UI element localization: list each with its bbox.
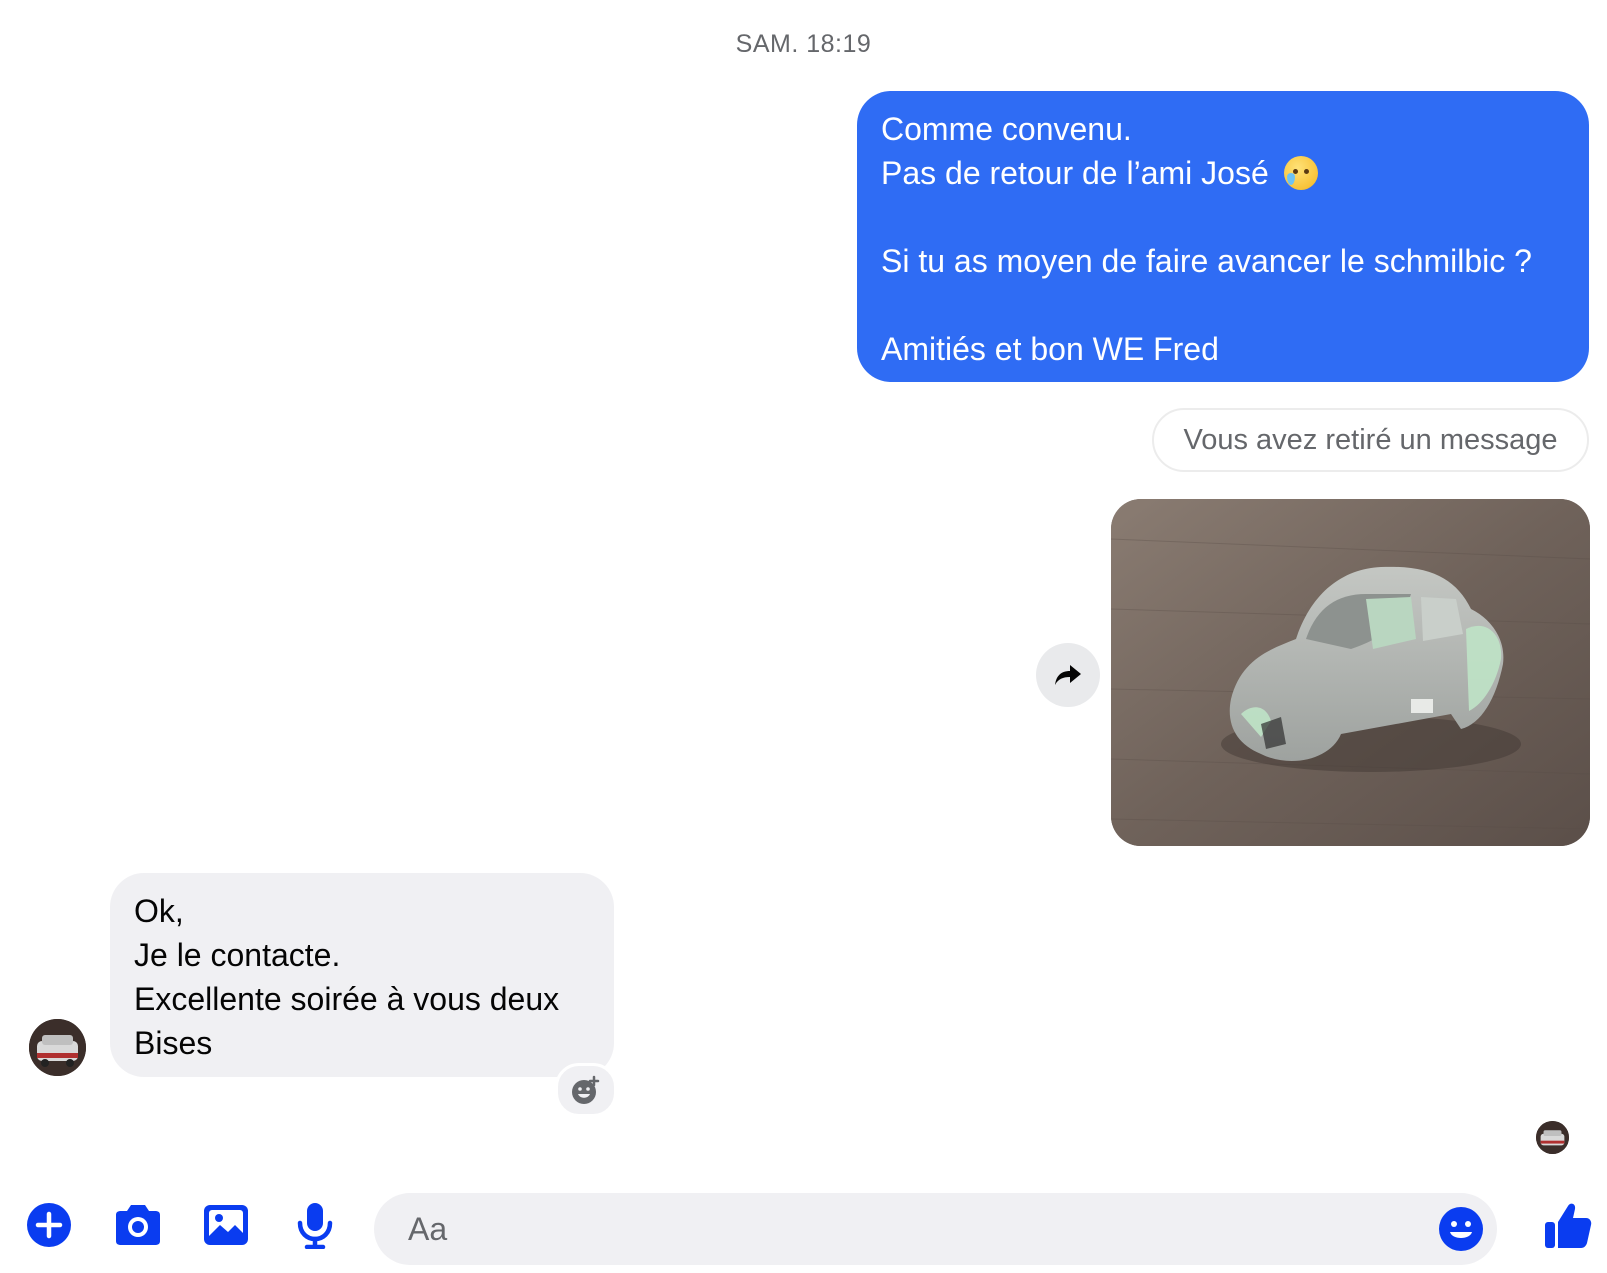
car-body-model-photo — [1111, 499, 1590, 846]
thumbs-up-icon — [1545, 1203, 1592, 1248]
incoming-message-bubble[interactable]: Ok, Je le contacte. Excellente soirée à … — [110, 873, 614, 1077]
add-reaction-icon — [572, 1075, 600, 1104]
add-button[interactable] — [21, 1197, 77, 1253]
thread-timestamp: SAM. 18:19 — [735, 30, 872, 58]
share-button[interactable] — [1036, 643, 1100, 707]
plus-circle-icon — [27, 1203, 71, 1247]
camera-button[interactable] — [110, 1197, 166, 1253]
photo-message[interactable] — [1111, 499, 1590, 846]
share-arrow-icon — [1055, 665, 1081, 685]
crying-face-emoji-icon — [1283, 156, 1318, 190]
add-reaction-button[interactable] — [555, 1063, 617, 1117]
voice-button[interactable] — [287, 1197, 343, 1253]
microphone-icon — [297, 1203, 333, 1249]
outgoing-message-text-end: Si tu as moyen de faire avancer le schmi… — [881, 243, 1532, 367]
outgoing-message-bubble[interactable]: Comme convenu. Pas de retour de l’ami Jo… — [857, 91, 1589, 382]
read-receipt-avatar-image — [1536, 1121, 1569, 1154]
smiley-icon — [1439, 1207, 1483, 1251]
message-input[interactable] — [406, 1209, 1410, 1249]
read-receipt-avatar — [1536, 1121, 1569, 1154]
image-icon — [204, 1205, 248, 1245]
retracted-message-notice: Vous avez retiré un message — [1152, 408, 1589, 472]
retracted-message-text: Vous avez retiré un message — [1183, 423, 1558, 456]
avatar-image — [29, 1019, 86, 1076]
messenger-thread: SAM. 18:19 Comme convenu. Pas de retour … — [0, 0, 1607, 1273]
message-composer[interactable] — [374, 1193, 1497, 1265]
outgoing-message-text-start: Comme convenu. Pas de retour de l’ami Jo… — [881, 111, 1269, 191]
contact-avatar[interactable] — [29, 1019, 86, 1076]
camera-icon — [116, 1205, 160, 1245]
emoji-button[interactable] — [1437, 1205, 1485, 1253]
gallery-button[interactable] — [198, 1197, 254, 1253]
like-button[interactable] — [1540, 1197, 1596, 1253]
